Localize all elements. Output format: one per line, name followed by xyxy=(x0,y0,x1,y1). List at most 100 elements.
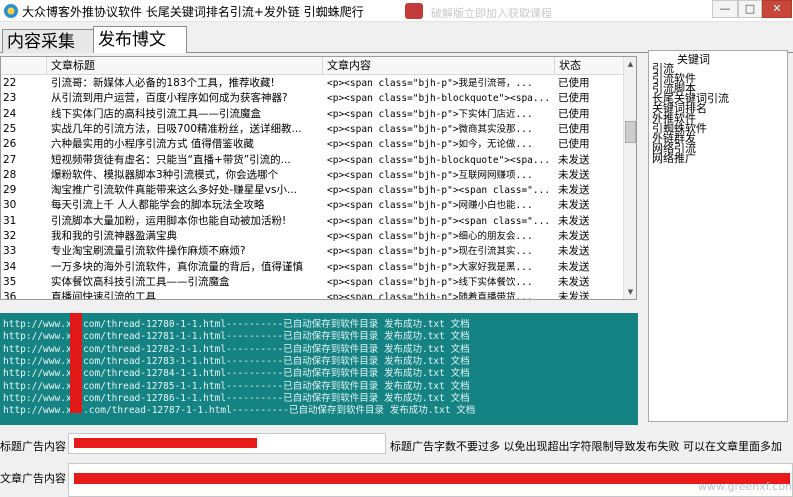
cell-title: 实体餐饮高科技引流工具——引流魔盒 xyxy=(51,275,230,288)
cell-title: 实战几年的引流方法，日吸700精准粉丝，送详细教... xyxy=(51,122,302,135)
cell-content: <p><span class="bjh-p">下实体门店近... xyxy=(327,108,533,120)
cell-index: 26 xyxy=(3,138,17,151)
cell-content: <p><span class="bjh-p">如今，无论做... xyxy=(327,139,533,151)
cell-status: 未发送 xyxy=(558,199,590,212)
cell-index: 33 xyxy=(3,245,17,258)
cell-content: <p><span class="bjh-p">现在引流其实... xyxy=(327,246,533,258)
cell-status: 已使用 xyxy=(558,77,590,89)
table-scrollbar[interactable]: ▲ ▼ xyxy=(623,57,636,299)
table-row[interactable]: 31 引流脚本大量加粉，运用脚本你也能自动被加活粉! <p><span class=… xyxy=(1,214,623,229)
scroll-thumb[interactable] xyxy=(625,121,636,143)
table-row[interactable]: 27 短视频带货徒有虚名：只能当“直播+带货”引流的... <p><span cla… xyxy=(1,153,623,168)
cell-status: 已使用 xyxy=(558,107,590,120)
table-row[interactable]: 25 实战几年的引流方法，日吸700精准粉丝，送详细教... <p><span cl… xyxy=(1,122,623,137)
title-ad-label: 标题广告内容 xyxy=(0,440,66,453)
table-row[interactable]: 34 一万多块的海外引流软件，真你流量的背后，值得谨慎 <p><span class… xyxy=(1,260,623,275)
table-row[interactable]: 28 爆粉软件、模拟器脚本3种引流模式，你会选哪个 <p><span class="… xyxy=(1,168,623,183)
cell-index: 34 xyxy=(3,260,17,273)
cell-index: 22 xyxy=(3,77,17,89)
keyword-panel[interactable]: 关键词 引流 引流软件 引流脚本 长尾关键词引流 关键词排名 外推软件 引蜘蛛软件 外链群发网… xyxy=(648,50,788,422)
cell-index: 24 xyxy=(3,107,17,120)
cell-status: 已使用 xyxy=(558,122,590,135)
cell-index: 36 xyxy=(3,291,17,300)
close-button[interactable]: ✕ xyxy=(762,0,792,18)
keyword-list[interactable]: 引流 引流软件 引流脚本 长尾关键词引流 关键词排名 外推软件 引蜘蛛软件 外链群发 网络引流网… xyxy=(652,63,782,164)
cell-title: 从引流到用户运营，百度小程序如何成为获客神器? xyxy=(51,92,288,105)
cell-title: 引流脚本大量加粉，运用脚本你也能自动被加活粉! xyxy=(51,214,287,227)
maximize-button[interactable]: □ xyxy=(738,0,762,18)
cell-title: 线下实体门店的高科技引流工具——引流魔盒 xyxy=(51,107,261,120)
article-table[interactable]: 文章标题 文章内容 状态 22 引流哥：新媒体人必备的183个工具，推荐收藏! <p… xyxy=(0,56,637,300)
cell-content: <p><span class="bjh-p">微商其实没那... xyxy=(327,123,533,135)
cell-status: 未发送 xyxy=(558,153,590,166)
cell-content: <p><span class="bjh-p">互联网网赚项... xyxy=(327,169,533,181)
cell-index: 28 xyxy=(3,168,17,181)
cell-status: 未发送 xyxy=(558,291,590,300)
table-row[interactable]: 29 淘宝推广引流软件真能带来这么多好处-赚星星vs小... <p><span cl… xyxy=(1,183,623,198)
table-row[interactable]: 26 六种最实用的小程序引流方式 值得借鉴收藏 <p><span class="bj… xyxy=(1,137,623,152)
cell-index: 32 xyxy=(3,230,17,242)
cell-title: 一万多块的海外引流软件，真你流量的背后，值得谨慎 xyxy=(51,260,303,273)
cell-status: 未发送 xyxy=(558,260,590,273)
close-icon: ✕ xyxy=(772,2,782,15)
article-ad-label: 文章广告内容 xyxy=(0,472,66,485)
tab-content-collect[interactable]: 内容采集 xyxy=(2,29,94,53)
column-header-index[interactable] xyxy=(1,57,47,75)
publish-log[interactable]: http://www.x .com/thread-12780-1-1.html-… xyxy=(0,313,638,425)
cell-status: 未发送 xyxy=(558,275,590,288)
cell-content: <p><span class="bjh-p">随着直播带货... xyxy=(327,292,533,300)
table-row[interactable]: 36 直播间快速引流的工具 <p><span class="bjh-p">随着直播带… xyxy=(1,290,623,300)
redaction-mark xyxy=(70,313,82,413)
cell-index: 29 xyxy=(3,184,17,197)
watermark: www.greenxf.com xyxy=(698,480,793,493)
cell-status: 未发送 xyxy=(558,214,590,227)
article-ad-redaction xyxy=(74,473,790,484)
table-row[interactable]: 32 我和我的引流神器盈满宝典 <p><span class="bjh-p">细心的… xyxy=(1,229,623,244)
tab-publish-blog[interactable]: 发布博文 xyxy=(93,26,187,53)
table-row[interactable]: 24 线下实体门店的高科技引流工具——引流魔盒 <p><span class="bj… xyxy=(1,107,623,122)
cell-content: <p><span class="bjh-p">我是引流哥，... xyxy=(327,78,533,89)
cell-content: <p><span class="bjh-p">大家好我是黑... xyxy=(327,261,533,273)
title-ad-hint: 标题广告字数不要过多 以免出现超出字符限制导致发布失败 可以在文章里面多加 xyxy=(390,440,782,453)
column-header-content[interactable]: 文章内容 xyxy=(323,57,555,75)
cell-status: 未发送 xyxy=(558,230,590,242)
cell-title: 每天引流上千 人人都能学会的脚本玩法全攻略 xyxy=(51,199,265,212)
table-row[interactable]: 23 从引流到用户运营，百度小程序如何成为获客神器? <p><span class=… xyxy=(1,91,623,106)
table-row[interactable]: 22 引流哥：新媒体人必备的183个工具，推荐收藏! <p><span class=… xyxy=(1,76,623,91)
column-header-status[interactable]: 状态 xyxy=(555,57,623,75)
cell-index: 27 xyxy=(3,153,17,166)
table-header: 文章标题 文章内容 状态 xyxy=(1,57,623,75)
keyword-item[interactable]: 网络推广 xyxy=(652,153,782,164)
cell-status: 已使用 xyxy=(558,92,590,105)
cell-title: 爆粉软件、模拟器脚本3种引流模式，你会选哪个 xyxy=(51,168,279,181)
table-row[interactable]: 33 专业淘宝刷流量引流软件操作麻烦不麻烦? <p><span class="bjh… xyxy=(1,244,623,259)
cell-content: <p><span class="bjh-p"><span class="... xyxy=(327,185,551,197)
cell-title: 六种最实用的小程序引流方式 值得借鉴收藏 xyxy=(51,138,254,151)
scroll-up-icon[interactable]: ▲ xyxy=(624,57,636,71)
cell-status: 未发送 xyxy=(558,245,590,258)
table-row[interactable]: 30 每天引流上千 人人都能学会的脚本玩法全攻略 <p><span class="b… xyxy=(1,198,623,213)
cell-content: <p><span class="bjh-p"><span class="... xyxy=(327,215,551,227)
cell-content: <p><span class="bjh-p">细心的朋友会... xyxy=(327,231,533,242)
background-window-title: 破解版立即加入获取课程 xyxy=(431,7,552,20)
cell-index: 30 xyxy=(3,199,17,212)
minimize-button[interactable]: — xyxy=(712,0,738,18)
cell-index: 31 xyxy=(3,214,17,227)
column-header-title[interactable]: 文章标题 xyxy=(47,57,323,75)
title-bar: 大众博客外推协议软件 长尾关键词排名引流+发外链 引蜘蛛爬行 破解版立即加入获取… xyxy=(0,0,793,22)
cell-status: 已使用 xyxy=(558,138,590,151)
cell-status: 未发送 xyxy=(558,168,590,181)
cell-title: 短视频带货徒有虚名：只能当“直播+带货”引流的... xyxy=(51,153,291,166)
scroll-down-icon[interactable]: ▼ xyxy=(624,285,636,299)
cell-content: <p><span class="bjh-blockquote"><spa... xyxy=(327,93,551,105)
table-row[interactable]: 35 实体餐饮高科技引流工具——引流魔盒 <p><span class="bjh-p… xyxy=(1,275,623,290)
cell-index: 25 xyxy=(3,122,17,135)
background-window: 破解版立即加入获取课程 xyxy=(405,1,645,22)
cell-title: 引流哥：新媒体人必备的183个工具，推荐收藏! xyxy=(51,77,275,89)
cell-index: 35 xyxy=(3,275,17,288)
cell-title: 我和我的引流神器盈满宝典 xyxy=(51,230,177,242)
cell-content: <p><span class="bjh-p">网赚小白也能... xyxy=(327,200,533,212)
cell-status: 未发送 xyxy=(558,184,590,197)
cell-title: 专业淘宝刷流量引流软件操作麻烦不麻烦? xyxy=(51,245,246,258)
cell-title: 直播间快速引流的工具 xyxy=(51,291,156,300)
